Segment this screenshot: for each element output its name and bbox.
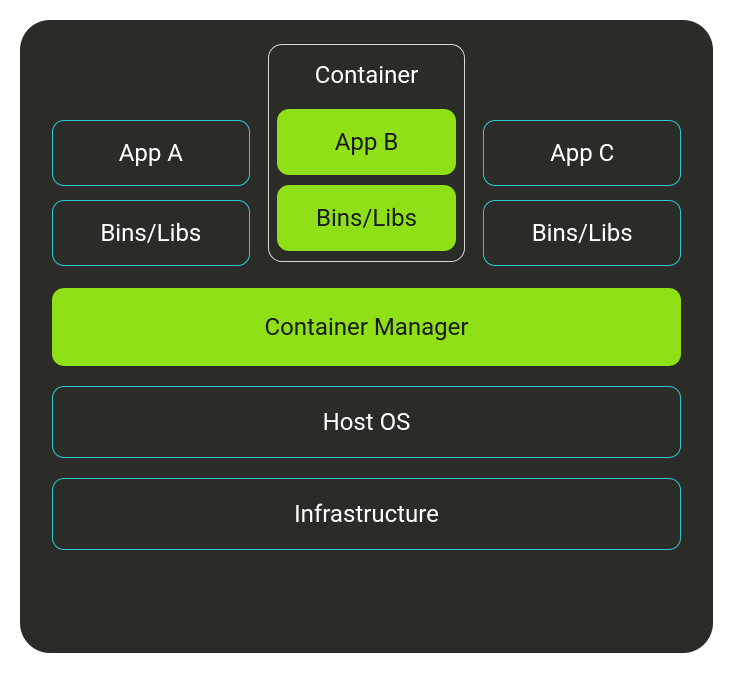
app-c-box: App C	[483, 120, 681, 186]
infrastructure-box: Infrastructure	[52, 478, 681, 550]
host-os-box: Host OS	[52, 386, 681, 458]
diagram-container: App A Bins/Libs Container App B Bins/Lib…	[20, 20, 713, 653]
column-app-b: Container App B Bins/Libs	[268, 48, 466, 266]
container-title: Container	[277, 45, 457, 99]
bins-libs-a-label: Bins/Libs	[100, 219, 201, 247]
apps-row: App A Bins/Libs Container App B Bins/Lib…	[52, 48, 681, 266]
app-b-box: App B	[277, 109, 457, 175]
column-app-c: App C Bins/Libs	[483, 48, 681, 266]
app-a-box: App A	[52, 120, 250, 186]
infrastructure-label: Infrastructure	[294, 500, 439, 528]
container-manager-box: Container Manager	[52, 288, 681, 366]
bins-libs-c-label: Bins/Libs	[532, 219, 633, 247]
container-manager-label: Container Manager	[264, 313, 468, 341]
bins-libs-b-box: Bins/Libs	[277, 185, 457, 251]
app-a-label: App A	[119, 139, 183, 167]
bins-libs-a-box: Bins/Libs	[52, 200, 250, 266]
spacer	[483, 48, 681, 106]
app-b-label: App B	[335, 128, 399, 156]
spacer	[52, 48, 250, 106]
bins-libs-b-label: Bins/Libs	[316, 204, 417, 232]
bins-libs-c-box: Bins/Libs	[483, 200, 681, 266]
container-outline: Container App B Bins/Libs	[268, 44, 466, 262]
host-os-label: Host OS	[323, 408, 411, 436]
column-app-a: App A Bins/Libs	[52, 48, 250, 266]
app-c-label: App C	[550, 139, 614, 167]
